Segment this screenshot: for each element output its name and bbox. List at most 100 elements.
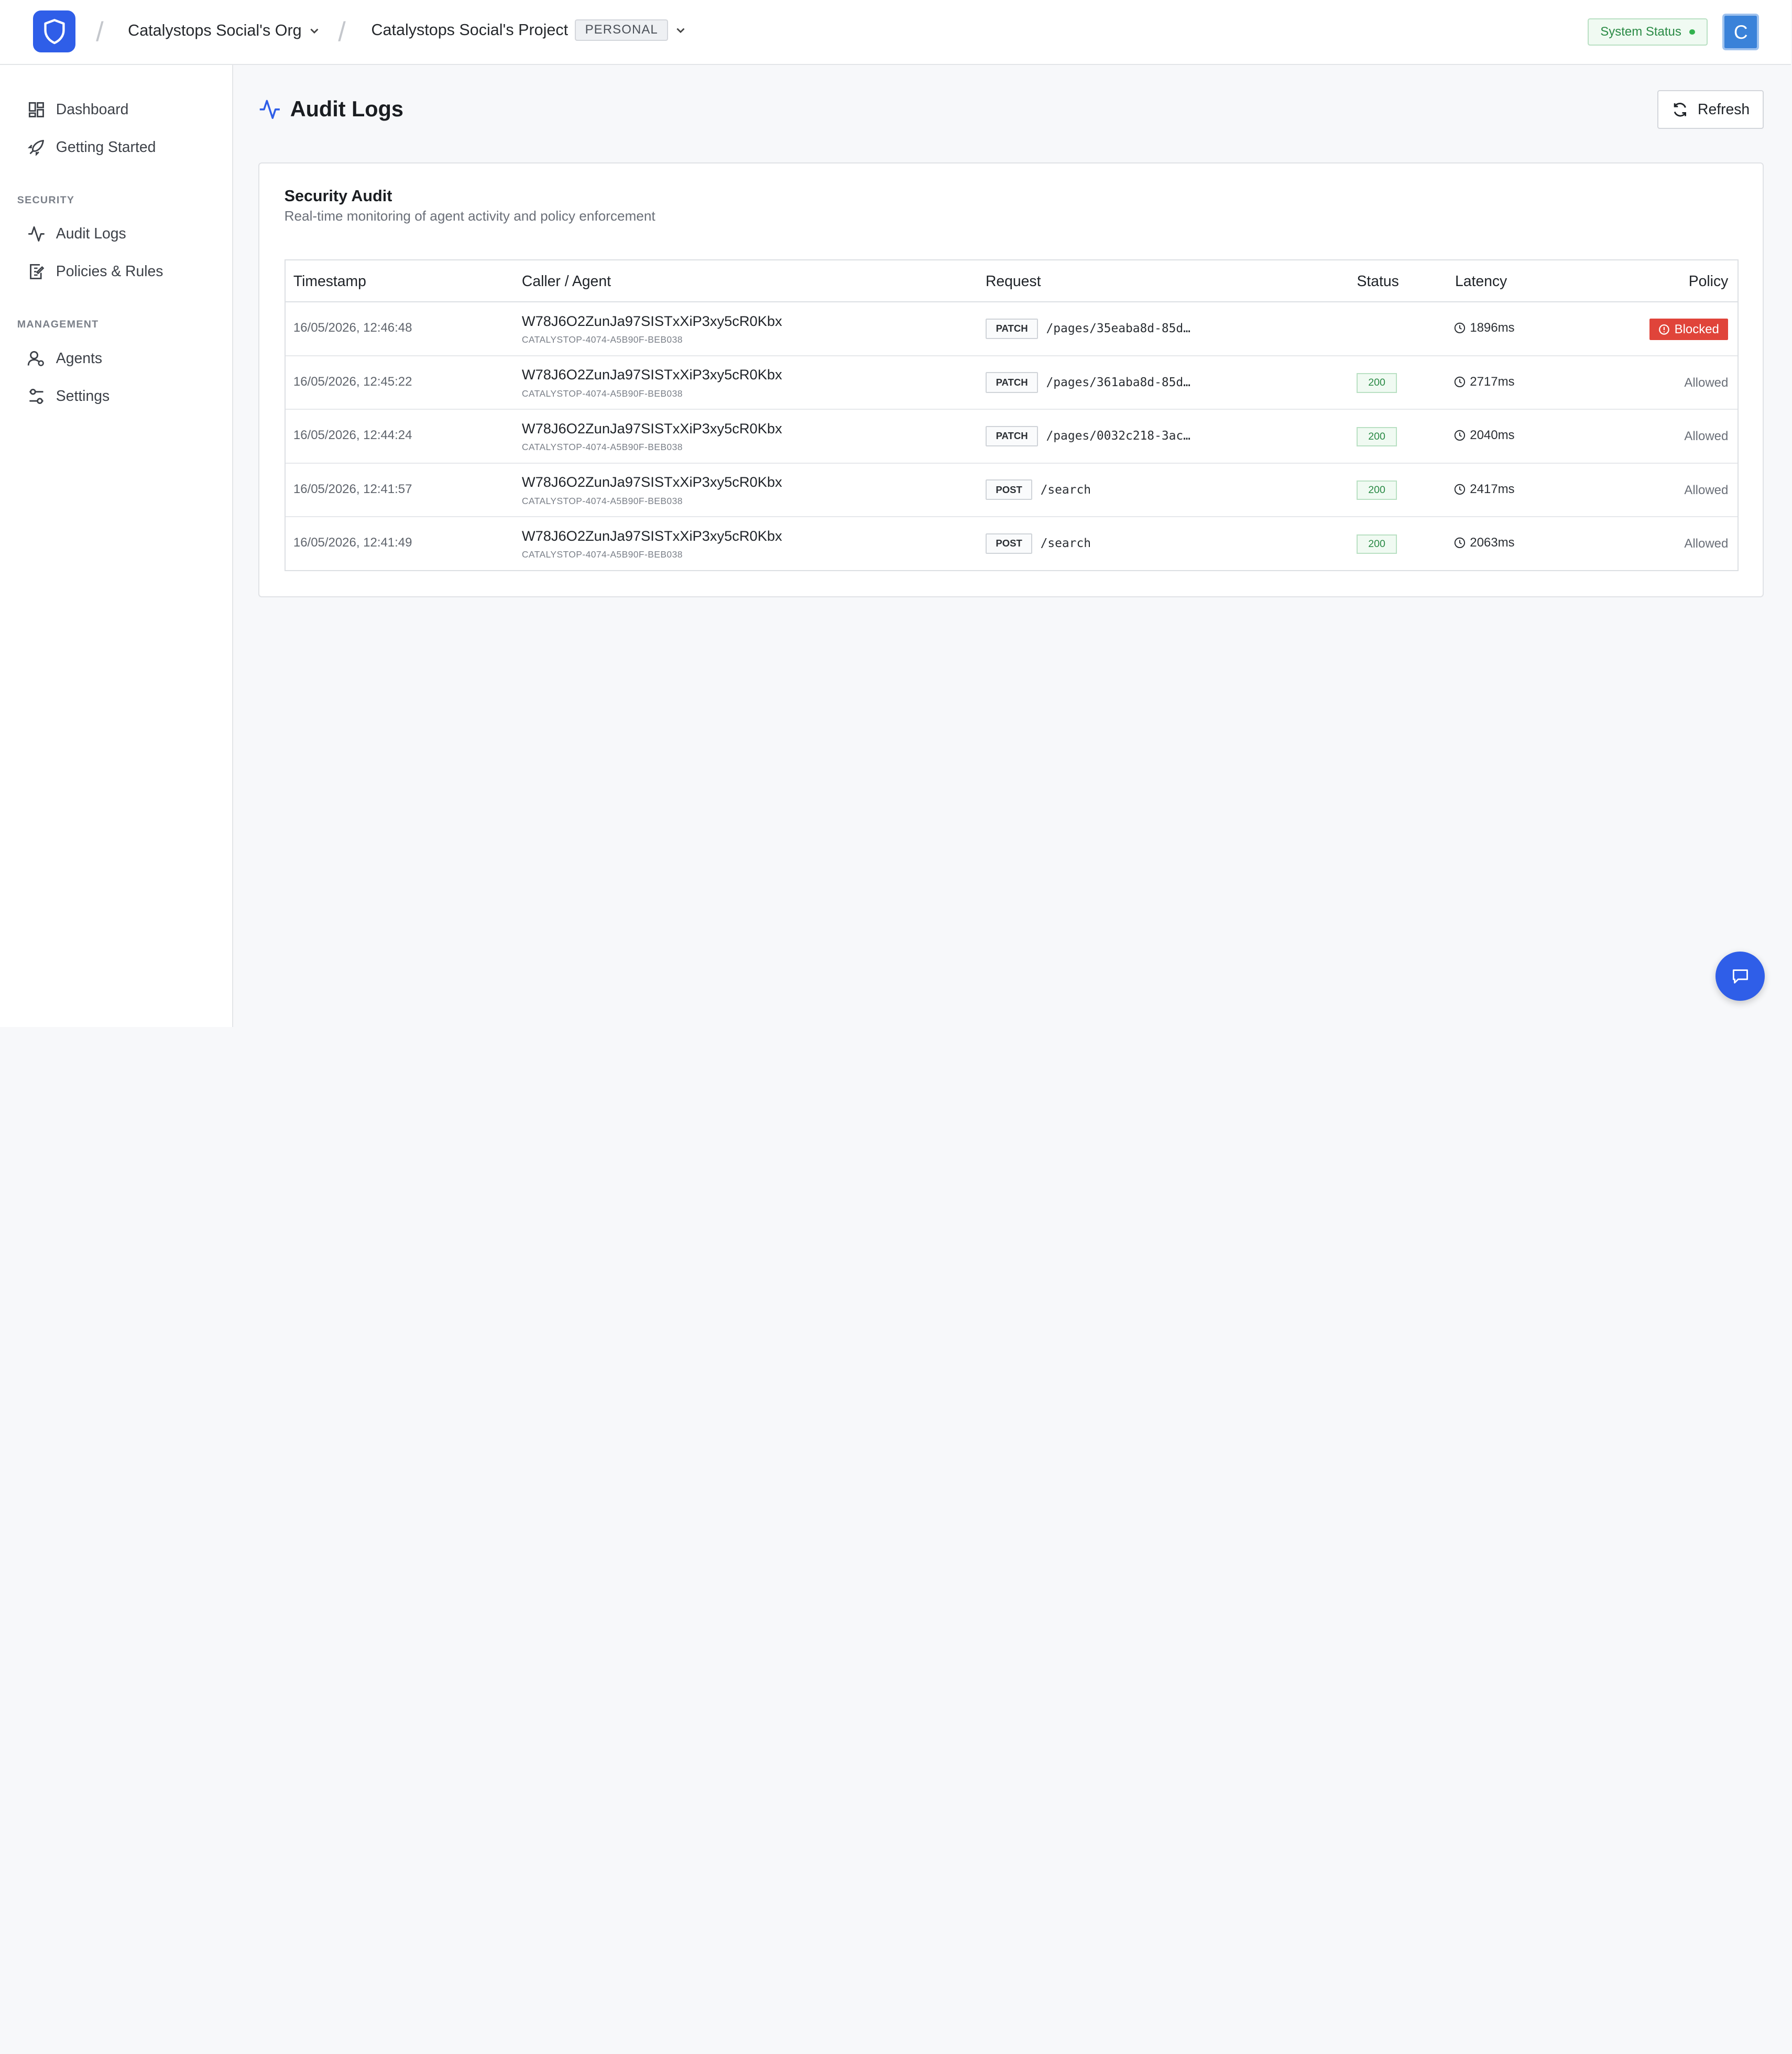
row-timestamp: 16/05/2026, 12:41:49: [293, 536, 412, 550]
policy-blocked-badge: Blocked: [1649, 318, 1729, 341]
latency-value: 1896ms: [1470, 321, 1515, 335]
row-latency: 2417ms: [1454, 482, 1515, 497]
clock-icon: [1454, 323, 1465, 334]
sidebar-item-label: Policies & Rules: [56, 263, 163, 280]
activity-icon: [28, 226, 45, 242]
project-name: Catalystops Social's Project: [371, 20, 569, 39]
latency-value: 2717ms: [1470, 374, 1515, 389]
project-switcher[interactable]: Catalystops Social's Project PERSONAL: [371, 19, 687, 41]
audit-log-table: Timestamp Caller / Agent Request Status …: [284, 259, 1739, 571]
request-path: /pages/361aba8d-85d…: [1046, 375, 1190, 389]
org-switcher[interactable]: Catalystops Social's Org: [128, 21, 320, 40]
sidebar-item-label: Settings: [56, 387, 110, 405]
sidebar-item-policies-rules[interactable]: Policies & Rules: [27, 260, 163, 283]
dashboard-icon: [29, 102, 45, 117]
row-caller-id: CATALYSTOP-4074-A5B90F-BEB038: [521, 442, 683, 453]
sidebar-item-dashboard[interactable]: Dashboard: [27, 98, 128, 121]
row-caller: W78J6O2ZunJa97SISTxXiP3xy5cR0Kbx: [521, 366, 782, 383]
sidebar: Dashboard Getting Started SECURITY Audit…: [0, 65, 233, 1027]
sidebar-item-settings[interactable]: Settings: [27, 385, 110, 408]
column-header-caller: Caller / Agent: [521, 272, 611, 290]
card-title: Security Audit: [284, 187, 392, 205]
request-path: /search: [1040, 537, 1091, 551]
table-row[interactable]: 16/05/2026, 12:44:24 W78J6O2ZunJa97SISTx…: [285, 410, 1738, 464]
status-code-badge: 200: [1357, 373, 1397, 393]
column-header-policy: Policy: [1688, 272, 1729, 290]
chat-icon: [1732, 969, 1748, 984]
org-name: Catalystops Social's Org: [128, 21, 302, 40]
row-caller: W78J6O2ZunJa97SISTxXiP3xy5cR0Kbx: [521, 312, 782, 329]
request-method-badge: PATCH: [985, 318, 1039, 340]
row-latency: 2040ms: [1454, 428, 1515, 443]
status-code-badge: 200: [1357, 480, 1397, 500]
row-caller-id: CATALYSTOP-4074-A5B90F-BEB038: [521, 334, 683, 345]
status-code-badge: 200: [1357, 534, 1397, 554]
column-header-timestamp: Timestamp: [293, 272, 366, 290]
shield-alert-icon: [1659, 324, 1669, 335]
activity-icon: [259, 100, 280, 119]
table-row[interactable]: 16/05/2026, 12:46:48 W78J6O2ZunJa97SISTx…: [285, 302, 1738, 356]
row-timestamp: 16/05/2026, 12:46:48: [293, 321, 412, 335]
sidebar-item-agents[interactable]: Agents: [27, 347, 102, 370]
rocket-icon: [28, 139, 45, 156]
nav-section-security: SECURITY: [17, 194, 75, 206]
status-code-badge: 200: [1357, 427, 1397, 446]
sidebar-item-audit-logs[interactable]: Audit Logs: [27, 223, 126, 246]
row-caller: W78J6O2ZunJa97SISTxXiP3xy5cR0Kbx: [521, 420, 782, 436]
table-header: Timestamp Caller / Agent Request Status …: [285, 260, 1738, 303]
request-method-badge: PATCH: [985, 425, 1039, 446]
row-caller-id: CATALYSTOP-4074-A5B90F-BEB038: [521, 549, 683, 560]
row-caller-id: CATALYSTOP-4074-A5B90F-BEB038: [521, 388, 683, 399]
chevron-down-icon: [310, 28, 319, 34]
top-bar: / Catalystops Social's Org / Catalystops…: [0, 0, 1791, 65]
table-row[interactable]: 16/05/2026, 12:45:22 W78J6O2ZunJa97SISTx…: [285, 356, 1738, 410]
shield-icon: [43, 18, 65, 44]
policy-label: Allowed: [1684, 537, 1729, 551]
refresh-button[interactable]: Refresh: [1657, 90, 1764, 129]
clock-icon: [1454, 376, 1465, 387]
sidebar-item-label: Dashboard: [56, 101, 129, 118]
clock-icon: [1454, 537, 1465, 549]
latency-value: 2063ms: [1470, 536, 1515, 550]
request-method-badge: PATCH: [985, 372, 1039, 393]
row-latency: 2717ms: [1454, 375, 1515, 389]
user-avatar[interactable]: C: [1722, 14, 1760, 50]
app-root: / Catalystops Social's Org / Catalystops…: [0, 0, 1791, 1027]
policy-label: Blocked: [1674, 322, 1719, 336]
chat-button[interactable]: [1715, 951, 1765, 1001]
request-path: /pages/0032c218-3ac…: [1046, 429, 1190, 443]
nav-section-management: MANAGEMENT: [17, 319, 99, 331]
sidebar-item-label: Agents: [56, 350, 102, 367]
row-timestamp: 16/05/2026, 12:45:22: [293, 374, 412, 389]
system-status-button[interactable]: System Status: [1588, 18, 1708, 46]
sidebar-item-getting-started[interactable]: Getting Started: [27, 136, 156, 159]
shield-logo-icon[interactable]: [33, 10, 75, 53]
row-caller: W78J6O2ZunJa97SISTxXiP3xy5cR0Kbx: [521, 474, 782, 490]
card-subtitle: Real-time monitoring of agent activity a…: [284, 207, 655, 224]
clock-icon: [1454, 484, 1465, 495]
row-timestamp: 16/05/2026, 12:41:57: [293, 482, 412, 496]
sidebar-item-label: Audit Logs: [56, 225, 126, 243]
breadcrumb-separator: /: [338, 16, 346, 47]
status-indicator-dot: [1689, 29, 1695, 35]
table-row[interactable]: 16/05/2026, 12:41:49 W78J6O2ZunJa97SISTx…: [286, 517, 1738, 571]
refresh-label: Refresh: [1698, 101, 1750, 118]
clock-icon: [1454, 430, 1465, 441]
request-path: /search: [1040, 483, 1091, 497]
column-header-latency: Latency: [1455, 272, 1507, 290]
project-type-badge: PERSONAL: [575, 19, 669, 41]
agents-icon: [28, 351, 45, 366]
policy-icon: [30, 264, 45, 280]
row-caller-id: CATALYSTOP-4074-A5B90F-BEB038: [521, 495, 683, 506]
chevron-down-icon: [676, 28, 685, 33]
row-latency: 2063ms: [1454, 536, 1515, 550]
settings-icon: [29, 388, 43, 404]
row-timestamp: 16/05/2026, 12:44:24: [293, 428, 412, 443]
table-row[interactable]: 16/05/2026, 12:41:57 W78J6O2ZunJa97SISTx…: [285, 464, 1738, 518]
column-header-request: Request: [985, 272, 1041, 290]
policy-label: Allowed: [1684, 483, 1729, 497]
page-title: Audit Logs: [290, 97, 403, 122]
main-content: Audit Logs Refresh Security Audit Real-t…: [233, 65, 1791, 1027]
latency-value: 2040ms: [1470, 428, 1515, 443]
column-header-status: Status: [1357, 272, 1399, 290]
